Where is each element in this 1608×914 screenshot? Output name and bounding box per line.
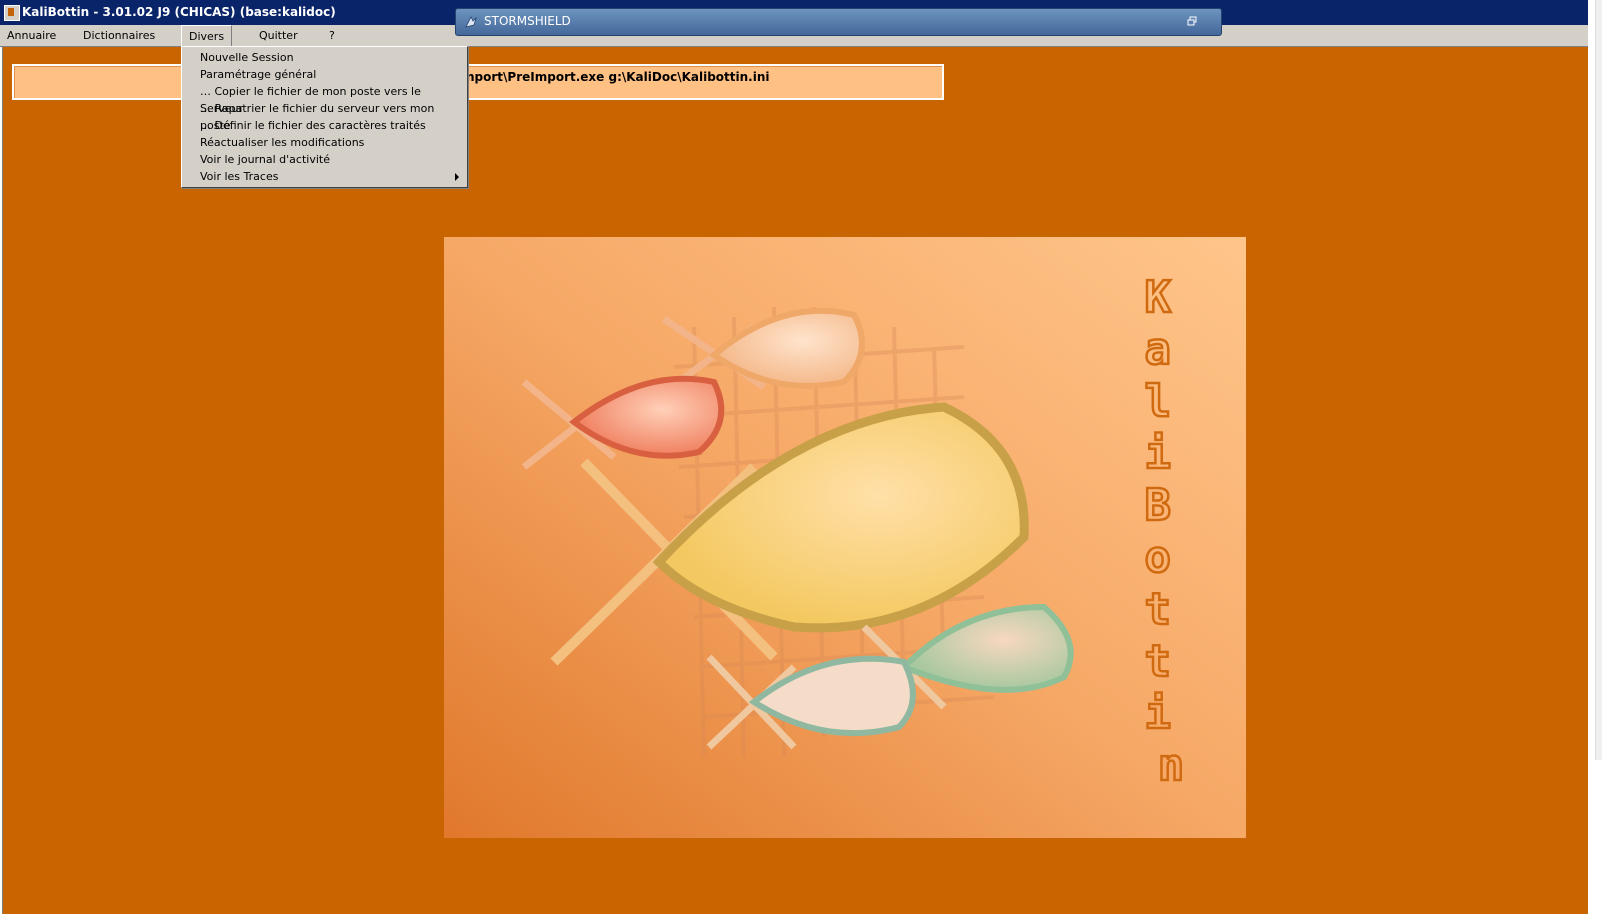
kalibottin-logo-image: K a l i B o t t i n [444,237,1246,838]
menu-item-reactualiser[interactable]: Réactualiser les modifications [182,134,467,151]
menu-annuaire[interactable]: Annuaire [0,25,63,46]
menu-item-definir-fichier[interactable]: … Définir le fichier des caractères trai… [182,117,467,134]
vertical-scrollbar[interactable] [1588,0,1608,914]
menu-divers[interactable]: Divers [181,25,233,46]
stormshield-logo-icon [465,16,477,28]
app-icon [4,5,20,21]
path-text: nport\PreImport.exe g:\KaliDoc\Kalibotti… [466,70,770,84]
path-bar: nport\PreImport.exe g:\KaliDoc\Kalibotti… [12,64,944,100]
menu-quitter[interactable]: Quitter [252,25,305,46]
stormshield-bar[interactable]: STORMSHIELD [455,8,1222,36]
menu-help[interactable]: ? [322,25,342,46]
menu-item-rapatrier-fichier[interactable]: … Rapatrier le fichier du serveur vers m… [182,100,467,132]
menu-item-nouvelle-session[interactable]: Nouvelle Session [182,49,467,66]
menu-dictionnaires[interactable]: Dictionnaires [76,25,162,46]
menu-item-label: Réactualiser les modifications [200,136,365,149]
menu-item-label: Voir les Traces [200,170,279,183]
menu-item-parametrage-general[interactable]: Paramétrage général [182,66,467,83]
menu-item-label: Voir le journal d'activité [200,153,330,166]
menu-item-label: … Définir le fichier des caractères trai… [200,119,426,132]
scrollbar-track[interactable] [1595,0,1602,760]
menu-item-copier-fichier[interactable]: … Copier le fichier de mon poste vers le… [182,83,467,115]
divers-dropdown-menu: Nouvelle Session Paramétrage général … C… [181,46,468,188]
window-title: KaliBottin - 3.01.02 J9 (CHICAS) (base:k… [22,5,336,19]
splash-image: K a l i B o t t i n [444,237,1246,838]
restore-icon[interactable] [1187,16,1197,26]
menu-item-voir-traces[interactable]: Voir les Traces [182,168,467,185]
menu-item-journal[interactable]: Voir le journal d'activité [182,151,467,168]
menu-item-label: Nouvelle Session [200,51,294,64]
stormshield-title: STORMSHIELD [484,14,571,28]
logo-vertical-text: K a l i B o t t i n [1145,272,1198,791]
menu-item-label: Paramétrage général [200,68,317,81]
submenu-arrow-icon [455,173,459,181]
